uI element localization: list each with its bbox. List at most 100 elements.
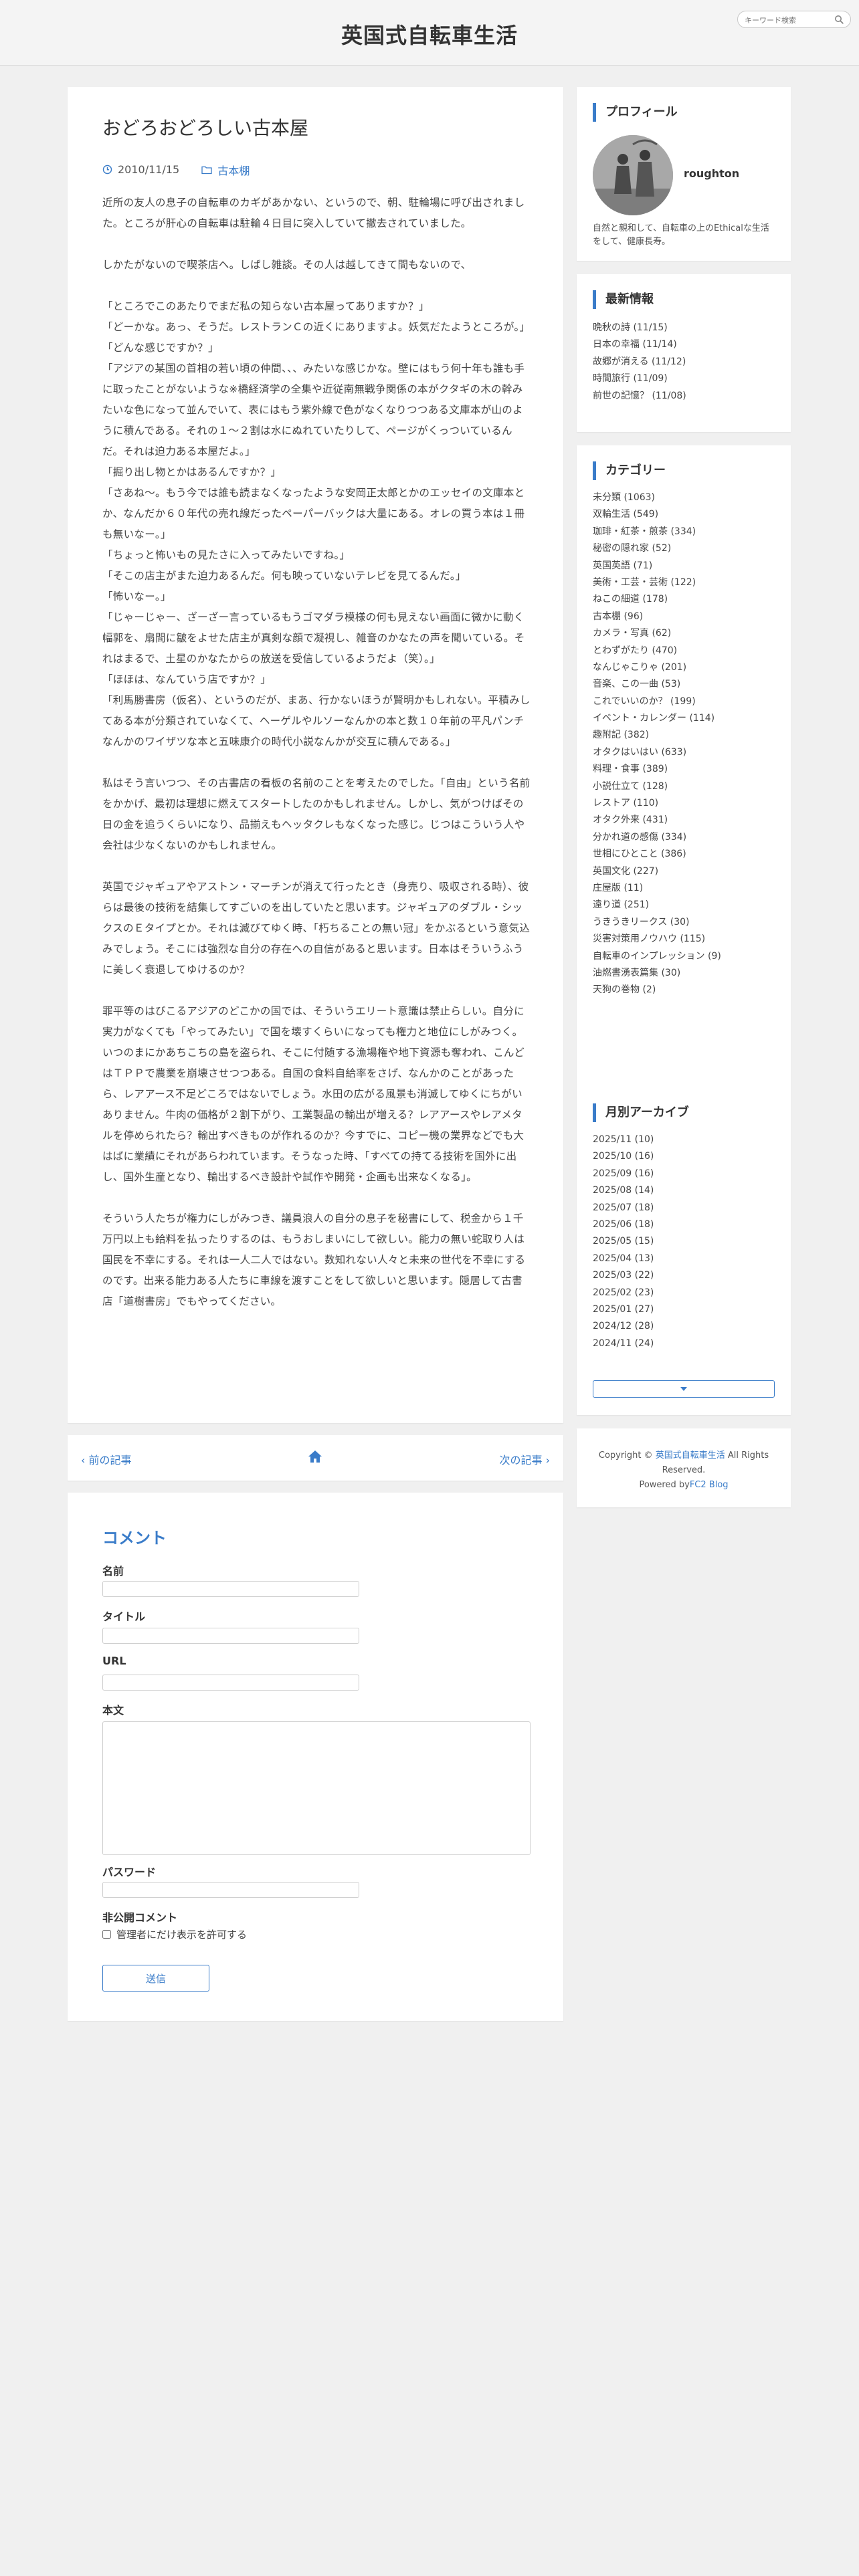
archive-item[interactable]: 2025/04 (13) [593, 1251, 654, 1267]
archive-item[interactable]: 2025/08 (14) [593, 1182, 654, 1199]
category-list: 未分類 (1063) 双輪生活 (549) 珈琲・紅茶・煎茶 (334) 秘密の… [593, 490, 721, 999]
post-paragraph: 私はそう言いつつ、その古書店の看板の名前のことを考えたのでした。「自由」という名… [102, 777, 531, 851]
category-item[interactable]: 双輪生活 (549) [593, 506, 721, 523]
recent-item[interactable]: 日本の幸福 (11/14) [593, 336, 686, 353]
next-post-label[interactable]: 次の記事 [500, 1454, 543, 1467]
name-label: 名前 [102, 1565, 124, 1578]
category-item[interactable]: 趣附記 (382) [593, 727, 721, 744]
archive-item[interactable]: 2025/07 (18) [593, 1200, 654, 1216]
dialog-line: 「どんな感じですか？」 [102, 342, 219, 354]
recent-item[interactable]: 晩秋の詩 (11/15) [593, 320, 686, 336]
avatar[interactable] [593, 135, 673, 215]
category-item[interactable]: オタク外来 (431) [593, 812, 721, 829]
archive-item[interactable]: 2025/05 (15) [593, 1233, 654, 1250]
archive-item[interactable]: 2024/11 (24) [593, 1335, 654, 1352]
category-item[interactable]: オタクはいはい (633) [593, 744, 721, 761]
archive-item[interactable]: 2025/03 (22) [593, 1267, 654, 1284]
dialog-line: 「じゃーじゃー、ざーざー言っているもうゴマダラ模様の何も見えない画面に微かに動く… [102, 611, 525, 665]
category-item[interactable]: 未分類 (1063) [593, 490, 721, 506]
url-field[interactable] [102, 1675, 359, 1691]
search-icon[interactable] [834, 15, 844, 24]
category-item[interactable]: 天狗の巻物 (2) [593, 982, 721, 998]
body-field[interactable] [102, 1721, 531, 1855]
clock-icon [102, 165, 112, 175]
category-item[interactable]: 音楽、この一曲 (53) [593, 676, 721, 693]
category-item[interactable]: 遠り道 (251) [593, 897, 721, 914]
recent-item[interactable]: 故郷が消える (11/12) [593, 354, 686, 370]
archive-expand-button[interactable] [593, 1380, 775, 1398]
site-header: 英国式自転車生活 [0, 0, 859, 66]
archive-item[interactable]: 2024/12 (28) [593, 1318, 654, 1335]
body-label: 本文 [102, 1704, 124, 1717]
prev-post-label[interactable]: 前の記事 [88, 1454, 131, 1467]
category-item[interactable]: 災害対策用ノウハウ (115) [593, 931, 721, 948]
category-item[interactable]: 美術・工芸・芸術 (122) [593, 574, 721, 591]
archive-item[interactable]: 2025/10 (16) [593, 1148, 654, 1165]
archive-widget: 月別アーカイブ 2025/11 (10) 2025/10 (16) 2025/0… [577, 1087, 791, 1415]
post-paragraph: そういう人たちが権力にしがみつき、議員浪人の自分の息子を秘書にして、税金から１千… [102, 1212, 526, 1307]
search-input[interactable] [745, 14, 830, 26]
category-item[interactable]: カメラ・写真 (62) [593, 625, 721, 642]
category-item[interactable]: 料理・食事 (389) [593, 761, 721, 778]
category-item[interactable]: 油燃書湧表篇集 (30) [593, 965, 721, 982]
folder-icon [201, 166, 212, 175]
category-item[interactable]: 英国英語 (71) [593, 558, 721, 574]
category-item[interactable]: イベント・カレンダー (114) [593, 710, 721, 727]
recent-item[interactable]: 時間旅行 (11/09) [593, 370, 686, 387]
title-field[interactable] [102, 1628, 359, 1644]
article-card: おどろおどろしい古本屋 2010/11/15 古本棚 近所の友人の息子の自転車の… [68, 87, 563, 1423]
footer-widget: Copyright © 英国式自転車生活 All Rights Reserved… [577, 1428, 791, 1507]
url-label: URL [102, 1654, 126, 1667]
category-item[interactable]: 世相にひとこと (386) [593, 846, 721, 863]
powered-prefix: Powered by [639, 1480, 690, 1490]
home-icon[interactable] [307, 1448, 323, 1465]
search-box[interactable] [737, 11, 851, 28]
category-item[interactable]: 英国文化 (227) [593, 863, 721, 880]
category-item[interactable]: 珈琲・紅茶・煎茶 (334) [593, 524, 721, 540]
avatar-image [593, 135, 673, 215]
category-item[interactable]: 秘密の隠れ家 (52) [593, 540, 721, 557]
category-item[interactable]: これでいいのか？ (199) [593, 693, 721, 710]
recent-item[interactable]: 前世の記憶？ (11/08) [593, 388, 686, 405]
category-item[interactable]: 小説仕立て (128) [593, 778, 721, 795]
prev-post-link[interactable]: ‹ 前の記事 [81, 1451, 132, 1467]
dialog-line: 「ところでこのあたりでまだ私の知らない古本屋ってありますか？」 [102, 300, 430, 312]
category-item[interactable]: うきうきリークス (30) [593, 914, 721, 931]
category-item[interactable]: ねこの細道 (178) [593, 591, 721, 608]
post-pager: ‹ 前の記事 次の記事 › [68, 1435, 563, 1481]
private-checkbox[interactable] [102, 1930, 111, 1939]
archive-item[interactable]: 2025/06 (18) [593, 1216, 654, 1233]
archive-item[interactable]: 2025/01 (27) [593, 1301, 654, 1318]
copyright-site-link[interactable]: 英国式自転車生活 [656, 1451, 725, 1461]
site-title[interactable]: 英国式自転車生活 [0, 19, 859, 49]
category-item[interactable]: 自転車のインプレッション (9) [593, 948, 721, 965]
profile-name[interactable]: roughton [684, 167, 739, 180]
private-label: 非公開コメント [102, 1911, 178, 1924]
category-item[interactable]: 分かれ道の感傷 (334) [593, 829, 721, 846]
archive-item[interactable]: 2025/11 (10) [593, 1132, 654, 1148]
submit-button[interactable]: 送信 [102, 1965, 209, 1992]
category-widget: カテゴリー 未分類 (1063) 双輪生活 (549) 珈琲・紅茶・煎茶 (33… [577, 445, 791, 1087]
dialog-line: 「掘り出し物とかはあるんですか？」 [102, 466, 282, 478]
name-field[interactable] [102, 1581, 359, 1597]
archive-item[interactable]: 2025/09 (16) [593, 1166, 654, 1182]
category-item[interactable]: レストア (110) [593, 795, 721, 812]
password-field[interactable] [102, 1882, 359, 1898]
post-title: おどろおどろしい古本屋 [102, 117, 309, 139]
archive-item[interactable]: 2025/02 (23) [593, 1285, 654, 1301]
category-item[interactable]: とわずがたり (470) [593, 643, 721, 659]
category-item[interactable]: 古本棚 (96) [593, 609, 721, 625]
category-item[interactable]: なんじゃこりゃ (201) [593, 659, 721, 676]
comment-heading: コメント [102, 1529, 167, 1547]
copyright: Copyright © 英国式自転車生活 All Rights Reserved… [577, 1448, 791, 1493]
category-item[interactable]: 庄屋版 (11) [593, 880, 721, 897]
post-category-link[interactable]: 古本棚 [217, 162, 250, 178]
powered-link[interactable]: FC2 Blog [690, 1480, 729, 1490]
dialog-line: 「アジアの某国の首相の若い頃の仲間、、、みたいな感じかな。壁にはもう何十年も誰も… [102, 362, 525, 457]
post-category[interactable]: 古本棚 [201, 162, 250, 178]
next-post-link[interactable]: 次の記事 › [500, 1451, 551, 1467]
recent-title: 最新情報 [593, 290, 654, 309]
post-date-text: 2010/11/15 [118, 163, 180, 176]
private-checkbox-label[interactable]: 管理者にだけ表示を許可する [116, 1927, 247, 1941]
private-option[interactable]: 管理者にだけ表示を許可する [102, 1927, 247, 1941]
